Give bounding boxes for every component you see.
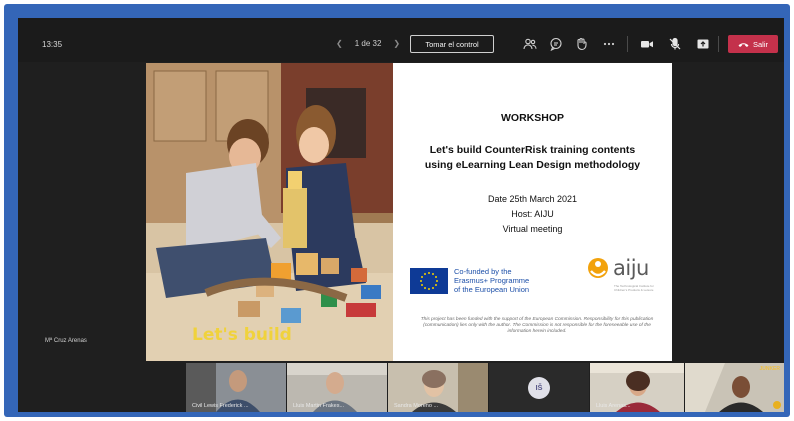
chat-icon[interactable]	[549, 37, 563, 51]
participant-name: Sandra Moreno ...	[394, 403, 439, 409]
slide-venue: Virtual meeting	[502, 224, 563, 234]
children-building-blocks-photo	[146, 63, 393, 361]
erasmus-text-line-3: of the European Union	[454, 285, 530, 294]
shared-presentation-slide: Let's build WORKSHOP Let's build Counter…	[146, 63, 672, 361]
take-control-button[interactable]: Tomar el control	[410, 35, 494, 53]
participant-name: Civil Lewis Frederick ...	[192, 403, 249, 409]
photo-caption: Let's build	[192, 325, 292, 345]
participant-tile[interactable]: IŠ	[489, 363, 589, 412]
more-options-icon[interactable]	[602, 37, 616, 51]
slide-counter: 1 de 32	[354, 39, 382, 48]
slide-title-line-2: using eLearning Lean Design methodology	[424, 159, 641, 171]
mic-off-icon[interactable]	[668, 37, 682, 51]
participant-tile[interactable]: Lluis Arenas...	[590, 363, 684, 412]
slide-pager: ❮ 1 de 32 ❯	[336, 39, 400, 48]
participant-tile[interactable]: JUNKER	[685, 363, 784, 412]
reactions-icon[interactable]	[575, 37, 589, 51]
presenter-name: Mª Cruz Arenas	[45, 338, 87, 344]
slide-heading: WORKSHOP	[501, 112, 564, 124]
next-slide-icon[interactable]: ❯	[393, 39, 400, 48]
participants-strip: Civil Lewis Frederick ... Lluis Martin F…	[18, 363, 784, 412]
participants-icon[interactable]	[523, 37, 537, 51]
erasmus-text: Co-funded by the Erasmus+ Programme of t…	[454, 267, 529, 294]
aiju-tagline: The Technological Institute for Children…	[614, 284, 654, 292]
meeting-timer: 13:35	[42, 40, 63, 49]
erasmus-text-line-1: Co-funded by the	[454, 267, 512, 276]
slide-date: Date 25th March 2021	[487, 194, 578, 204]
participant-badge: JUNKER	[759, 366, 780, 372]
teams-meeting-window: 13:35 ❮ 1 de 32 ❯ Tomar el control Salir…	[18, 18, 784, 412]
previous-slide-icon[interactable]: ❮	[336, 39, 343, 48]
funding-disclaimer: This project has been funded with the su…	[420, 317, 654, 335]
leave-label: Salir	[752, 39, 768, 49]
window-frame: 13:35 ❮ 1 de 32 ❯ Tomar el control Salir…	[4, 4, 790, 417]
phone-icon	[738, 42, 749, 47]
participant-tile[interactable]: Lluis Martin Frakes...	[287, 363, 387, 412]
aiju-mark-icon	[588, 258, 608, 278]
toolbar-divider	[627, 36, 628, 52]
slide-host: Host: AIJU	[511, 209, 554, 219]
erasmus-logo: Co-funded by the Erasmus+ Programme of t…	[410, 267, 529, 294]
meeting-toolbar: 13:35 ❮ 1 de 32 ❯ Tomar el control Salir	[18, 18, 784, 62]
eu-flag-icon	[410, 267, 448, 294]
participant-name: Lluis Arenas...	[596, 403, 631, 409]
aiju-logo-text: aiju	[613, 256, 649, 280]
share-icon[interactable]	[696, 37, 710, 51]
participant-name: Lluis Martin Frakes...	[293, 403, 345, 409]
participant-tile[interactable]: Sandra Moreno ...	[388, 363, 488, 412]
participant-avatar: IŠ	[528, 376, 550, 399]
leave-button[interactable]: Salir	[728, 35, 778, 53]
aiju-logo: aiju	[586, 255, 649, 281]
erasmus-text-line-2: Erasmus+ Programme	[454, 276, 530, 285]
toolbar-divider	[718, 36, 719, 52]
slide-title-line-1: Let's build CounterRisk training content…	[429, 144, 636, 156]
participant-tile[interactable]: Civil Lewis Frederick ...	[186, 363, 286, 412]
camera-icon[interactable]	[640, 37, 654, 51]
